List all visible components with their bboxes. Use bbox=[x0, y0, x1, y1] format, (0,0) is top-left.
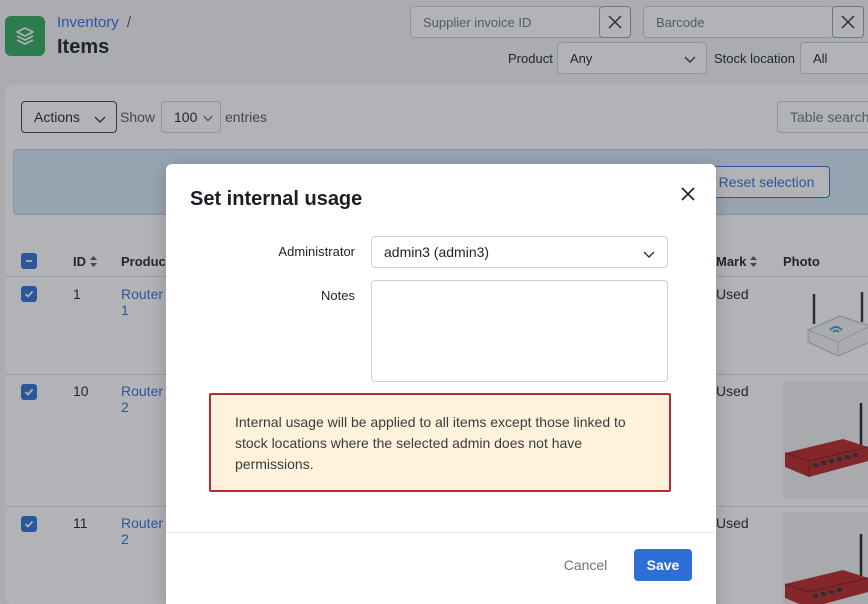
permission-warning: Internal usage will be applied to all it… bbox=[209, 393, 671, 492]
cancel-button[interactable]: Cancel bbox=[548, 549, 623, 581]
administrator-label: Administrator bbox=[278, 244, 355, 259]
set-internal-usage-modal: Set internal usage Administrator admin3 … bbox=[166, 164, 716, 604]
save-button[interactable]: Save bbox=[634, 549, 692, 581]
administrator-select[interactable]: admin3 (admin3) bbox=[371, 236, 668, 268]
modal-footer-divider bbox=[166, 532, 716, 533]
administrator-value: admin3 (admin3) bbox=[384, 244, 490, 260]
notes-label: Notes bbox=[321, 288, 355, 303]
modal-title: Set internal usage bbox=[190, 188, 363, 210]
notes-textarea[interactable] bbox=[371, 280, 668, 382]
close-icon bbox=[681, 187, 695, 201]
modal-close-button[interactable] bbox=[676, 182, 700, 206]
chevron-down-icon bbox=[643, 251, 655, 258]
